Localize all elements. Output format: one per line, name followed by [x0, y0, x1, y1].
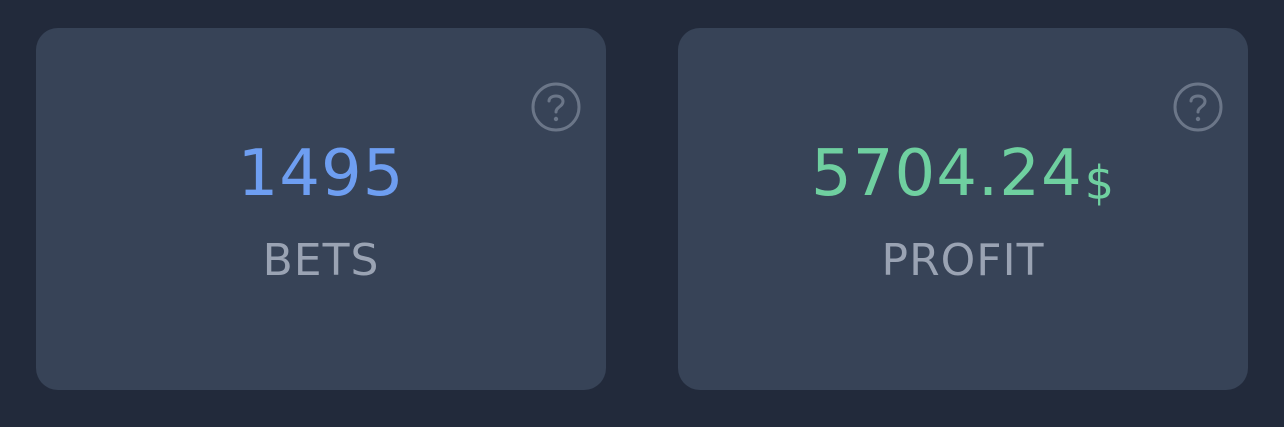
question-circle-icon: [1173, 82, 1223, 132]
profit-currency: $: [1084, 156, 1115, 210]
bets-label: BETS: [262, 235, 380, 286]
profit-amount: 5704.24$: [678, 136, 1248, 221]
profit-label: PROFIT: [881, 235, 1045, 286]
question-circle-icon: [531, 82, 581, 132]
bets-count-value: 1495: [237, 137, 405, 211]
profit-value: 5704.24: [811, 137, 1083, 211]
bets-help-button[interactable]: [530, 81, 582, 133]
bets-stat-card: 1495 BETS: [36, 28, 606, 390]
profit-help-button[interactable]: [1172, 81, 1224, 133]
profit-stat-card: 5704.24$ PROFIT: [678, 28, 1248, 390]
